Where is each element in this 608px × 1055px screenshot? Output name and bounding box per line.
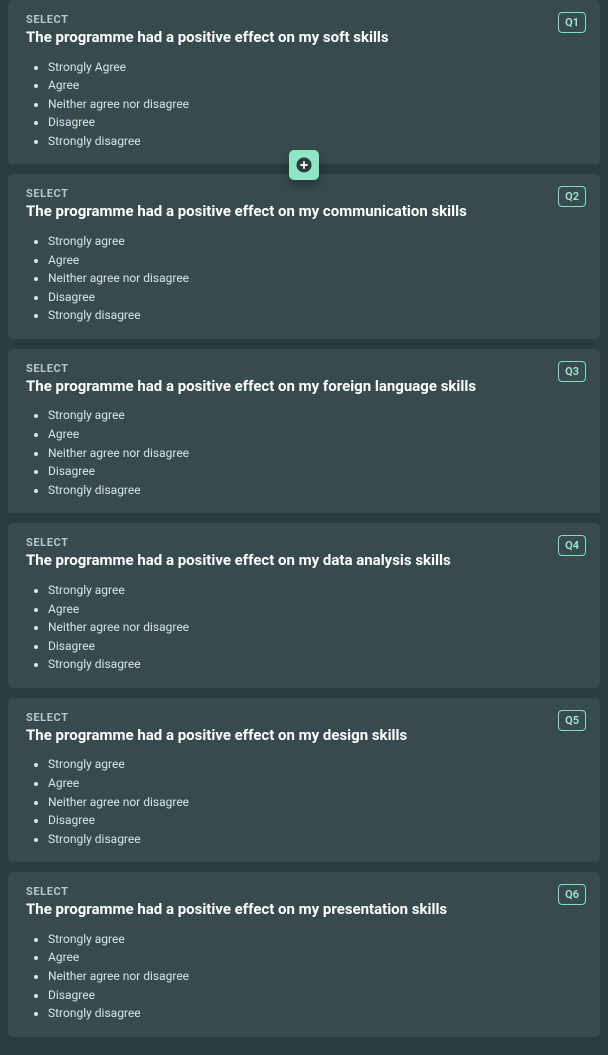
question-card[interactable]: SELECTQ1The programme had a positive eff… bbox=[8, 0, 600, 164]
option-item: Strongly agree bbox=[48, 232, 582, 251]
add-question-button[interactable] bbox=[289, 150, 319, 180]
question-card[interactable]: SELECTQ2The programme had a positive eff… bbox=[8, 174, 600, 338]
options-list: Strongly agreeAgreeNeither agree nor dis… bbox=[26, 232, 582, 325]
option-item: Disagree bbox=[48, 288, 582, 307]
option-item: Neither agree nor disagree bbox=[48, 444, 582, 463]
option-item: Disagree bbox=[48, 986, 582, 1005]
option-item: Strongly Agree bbox=[48, 58, 582, 77]
options-list: Strongly agreeAgreeNeither agree nor dis… bbox=[26, 755, 582, 848]
question-number-badge: Q6 bbox=[558, 884, 586, 905]
question-number-badge: Q1 bbox=[558, 12, 586, 33]
option-item: Disagree bbox=[48, 637, 582, 656]
question-card[interactable]: SELECTQ3The programme had a positive eff… bbox=[8, 349, 600, 513]
question-type-label: SELECT bbox=[26, 187, 582, 200]
question-title: The programme had a positive effect on m… bbox=[26, 28, 582, 48]
options-list: Strongly AgreeAgreeNeither agree nor dis… bbox=[26, 58, 582, 151]
option-item: Strongly agree bbox=[48, 581, 582, 600]
option-item: Disagree bbox=[48, 462, 582, 481]
option-item: Neither agree nor disagree bbox=[48, 967, 582, 986]
option-item: Neither agree nor disagree bbox=[48, 793, 582, 812]
question-type-label: SELECT bbox=[26, 536, 582, 549]
option-item: Neither agree nor disagree bbox=[48, 618, 582, 637]
question-title: The programme had a positive effect on m… bbox=[26, 900, 582, 920]
question-card[interactable]: SELECTQ5The programme had a positive eff… bbox=[8, 698, 600, 862]
option-item: Neither agree nor disagree bbox=[48, 269, 582, 288]
option-item: Agree bbox=[48, 76, 582, 95]
question-title: The programme had a positive effect on m… bbox=[26, 726, 582, 746]
option-item: Strongly disagree bbox=[48, 132, 582, 151]
option-item: Strongly agree bbox=[48, 755, 582, 774]
question-card[interactable]: SELECTQ6The programme had a positive eff… bbox=[8, 872, 600, 1036]
options-list: Strongly agreeAgreeNeither agree nor dis… bbox=[26, 406, 582, 499]
option-item: Strongly disagree bbox=[48, 655, 582, 674]
option-item: Strongly disagree bbox=[48, 1004, 582, 1023]
question-type-label: SELECT bbox=[26, 711, 582, 724]
option-item: Strongly disagree bbox=[48, 481, 582, 500]
option-item: Agree bbox=[48, 600, 582, 619]
option-item: Agree bbox=[48, 774, 582, 793]
option-item: Agree bbox=[48, 425, 582, 444]
question-title: The programme had a positive effect on m… bbox=[26, 202, 582, 222]
plus-circle-icon bbox=[295, 156, 313, 174]
question-list: SELECTQ1The programme had a positive eff… bbox=[0, 0, 608, 1055]
option-item: Strongly agree bbox=[48, 406, 582, 425]
option-item: Strongly disagree bbox=[48, 306, 582, 325]
option-item: Disagree bbox=[48, 113, 582, 132]
question-title: The programme had a positive effect on m… bbox=[26, 551, 582, 571]
question-number-badge: Q2 bbox=[558, 186, 586, 207]
option-item: Strongly agree bbox=[48, 930, 582, 949]
option-item: Agree bbox=[48, 251, 582, 270]
question-type-label: SELECT bbox=[26, 13, 582, 26]
question-type-label: SELECT bbox=[26, 885, 582, 898]
options-list: Strongly agreeAgreeNeither agree nor dis… bbox=[26, 581, 582, 674]
question-title: The programme had a positive effect on m… bbox=[26, 377, 582, 397]
option-item: Agree bbox=[48, 948, 582, 967]
options-list: Strongly agreeAgreeNeither agree nor dis… bbox=[26, 930, 582, 1023]
question-card[interactable]: SELECTQ4The programme had a positive eff… bbox=[8, 523, 600, 687]
option-item: Disagree bbox=[48, 811, 582, 830]
option-item: Neither agree nor disagree bbox=[48, 95, 582, 114]
question-number-badge: Q3 bbox=[558, 361, 586, 382]
question-number-badge: Q5 bbox=[558, 710, 586, 731]
question-number-badge: Q4 bbox=[558, 535, 586, 556]
option-item: Strongly disagree bbox=[48, 830, 582, 849]
question-type-label: SELECT bbox=[26, 362, 582, 375]
